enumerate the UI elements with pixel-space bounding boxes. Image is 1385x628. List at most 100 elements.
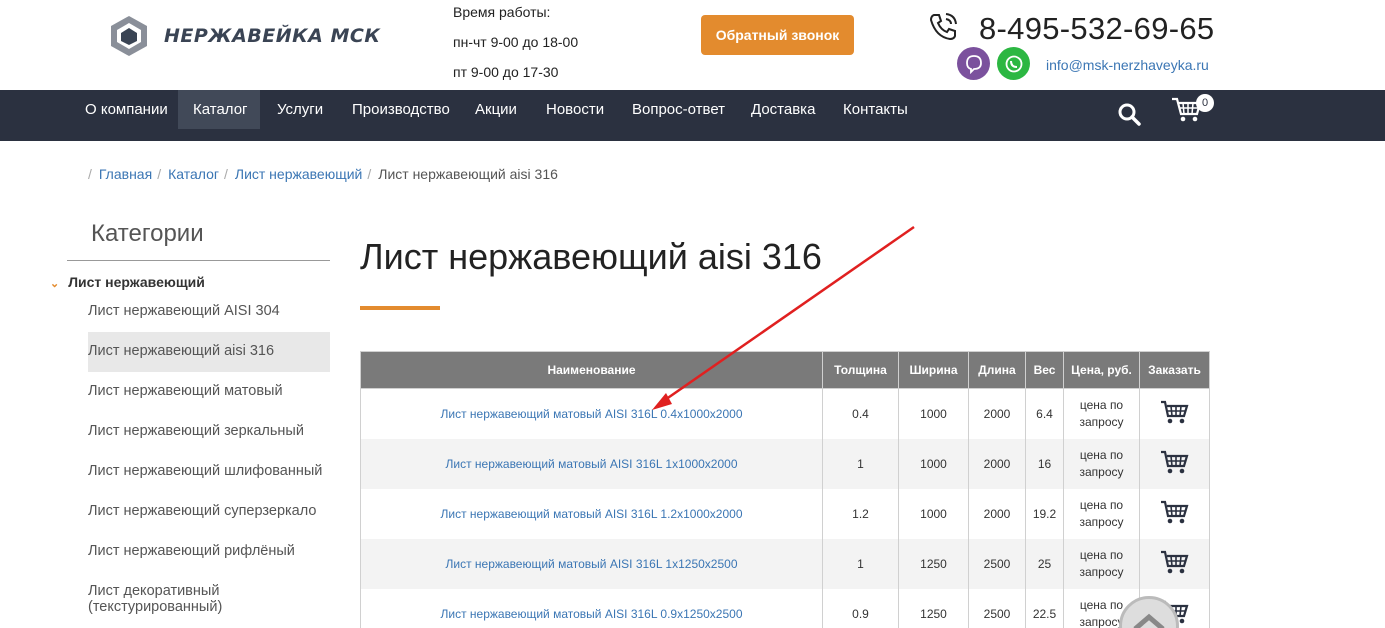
- cell-price: цена по запросу: [1063, 438, 1140, 489]
- price-line1: цена по: [1079, 547, 1124, 562]
- cell-thickness: 0.9: [822, 588, 899, 628]
- table-row: Лист нержавеющий матовый AISI 316L 1.2x1…: [360, 488, 1210, 539]
- product-table: Наименование Толщина Ширина Длина Вес Це…: [360, 351, 1210, 628]
- cell-length: 2000: [968, 388, 1026, 439]
- table-row: Лист нержавеющий матовый AISI 316L 1x125…: [360, 538, 1210, 589]
- page-title: Лист нержавеющий aisi 316: [360, 236, 822, 277]
- sidebar-item-decorative[interactable]: Лист декоративный (текстурированный): [88, 572, 330, 628]
- cell-length: 2000: [968, 438, 1026, 489]
- nav-item-production[interactable]: Производство: [337, 90, 465, 129]
- cell-weight: 25: [1025, 538, 1064, 589]
- nav-item-contacts[interactable]: Контакты: [828, 90, 923, 129]
- breadcrumb-current: Лист нержавеющий aisi 316: [378, 166, 558, 182]
- table-row: Лист нержавеющий матовый AISI 316L 0.4x1…: [360, 388, 1210, 439]
- breadcrumb: / Главная / Каталог / Лист нержавеющий /…: [88, 166, 558, 182]
- cell-price: цена по запросу: [1063, 388, 1140, 439]
- nav-item-services[interactable]: Услуги: [262, 90, 338, 129]
- search-icon[interactable]: [1117, 102, 1141, 126]
- breadcrumb-sheet[interactable]: Лист нержавеющий: [235, 166, 363, 182]
- product-link[interactable]: Лист нержавеющий матовый AISI 316L 1x100…: [360, 438, 823, 489]
- order-cell: [1139, 388, 1210, 439]
- col-length: Длина: [968, 351, 1026, 389]
- title-underline: [360, 306, 440, 310]
- phone-number[interactable]: 8-495-532-69-65: [979, 11, 1214, 47]
- nav-item-faq[interactable]: Вопрос-ответ: [617, 90, 740, 129]
- product-link[interactable]: Лист нержавеющий матовый AISI 316L 1.2x1…: [360, 488, 823, 539]
- cell-width: 1250: [898, 538, 969, 589]
- viber-icon[interactable]: [957, 47, 990, 80]
- cell-price: цена по запросу: [1063, 538, 1140, 589]
- whatsapp-icon[interactable]: [997, 47, 1030, 80]
- order-cell: [1139, 488, 1210, 539]
- category-group[interactable]: ⌄ Лист нержавеющий: [50, 274, 205, 290]
- product-link[interactable]: Лист нержавеющий матовый AISI 316L 0.4x1…: [360, 388, 823, 439]
- sidebar-item-supermirror[interactable]: Лист нержавеющий суперзеркало: [88, 492, 330, 532]
- cell-length: 2500: [968, 538, 1026, 589]
- nav-item-news[interactable]: Новости: [531, 90, 619, 129]
- logo-icon: [111, 16, 147, 56]
- order-cell: [1139, 538, 1210, 589]
- product-link[interactable]: Лист нержавеющий матовый AISI 316L 0.9x1…: [360, 588, 823, 628]
- add-to-cart-icon[interactable]: [1159, 399, 1190, 425]
- category-group-label: Лист нержавеющий: [68, 274, 205, 290]
- sidebar-item-aisi-316[interactable]: Лист нержавеющий aisi 316: [88, 332, 330, 372]
- sidebar-item-polished[interactable]: Лист нержавеющий шлифованный: [88, 452, 330, 492]
- sidebar-item-ribbed[interactable]: Лист нержавеющий рифлёный: [88, 532, 330, 572]
- price-line1: цена по: [1079, 497, 1124, 512]
- cell-thickness: 0.4: [822, 388, 899, 439]
- price-line2: запросу: [1079, 414, 1124, 429]
- cell-thickness: 1: [822, 538, 899, 589]
- product-link[interactable]: Лист нержавеющий матовый AISI 316L 1x125…: [360, 538, 823, 589]
- nav-item-delivery[interactable]: Доставка: [736, 90, 830, 129]
- price-line1: цена по: [1079, 447, 1124, 462]
- nav-item-catalog[interactable]: Каталог: [178, 90, 260, 129]
- add-to-cart-icon[interactable]: [1159, 449, 1190, 475]
- sidebar-item-decorative-line2: (текстурированный): [88, 599, 223, 615]
- hours-friday: пт 9-00 до 17-30: [453, 64, 559, 80]
- chevron-down-icon: ⌄: [50, 278, 60, 290]
- cell-width: 1000: [898, 388, 969, 439]
- table-header-row: Наименование Толщина Ширина Длина Вес Це…: [360, 351, 1210, 389]
- sidebar-item-decorative-line1: Лист декоративный: [88, 583, 220, 599]
- working-hours: Время работы: пн-чт 9-00 до 18-00 пт 9-0…: [453, 0, 578, 90]
- cell-width: 1000: [898, 438, 969, 489]
- cell-width: 1000: [898, 488, 969, 539]
- add-to-cart-icon[interactable]: [1159, 499, 1190, 525]
- sidebar-title: Категории: [91, 220, 204, 247]
- callback-button[interactable]: Обратный звонок: [701, 15, 854, 55]
- price-line2: запросу: [1079, 464, 1124, 479]
- breadcrumb-home[interactable]: Главная: [99, 166, 152, 182]
- price-line1: цена по: [1079, 397, 1124, 412]
- col-order: Заказать: [1139, 351, 1210, 389]
- phone-icon: [929, 13, 957, 41]
- sidebar-item-aisi-304[interactable]: Лист нержавеющий AISI 304: [88, 292, 330, 332]
- cell-length: 2000: [968, 488, 1026, 539]
- breadcrumb-catalog[interactable]: Каталог: [168, 166, 219, 182]
- order-cell: [1139, 438, 1210, 489]
- site-header: НЕРЖАВЕЙКА МСК Время работы: пн-чт 9-00 …: [0, 0, 1385, 90]
- table-row: Лист нержавеющий матовый AISI 316L 0.9x1…: [360, 588, 1210, 628]
- cell-thickness: 1: [822, 438, 899, 489]
- add-to-cart-icon[interactable]: [1159, 549, 1190, 575]
- logo[interactable]: НЕРЖАВЕЙКА МСК: [108, 14, 380, 58]
- main-nav: О компании Каталог Услуги Производство А…: [0, 90, 1385, 141]
- hours-weekdays: пн-чт 9-00 до 18-00: [453, 34, 579, 50]
- email-link[interactable]: info@msk-nerzhaveyka.ru: [1046, 57, 1209, 73]
- col-name: Наименование: [360, 351, 823, 389]
- cell-length: 2500: [968, 588, 1026, 628]
- sidebar-divider: [67, 260, 330, 261]
- nav-item-promotions[interactable]: Акции: [460, 90, 532, 129]
- sidebar-item-mirror[interactable]: Лист нержавеющий зеркальный: [88, 412, 330, 452]
- col-thickness: Толщина: [822, 351, 899, 389]
- cell-width: 1250: [898, 588, 969, 628]
- col-weight: Вес: [1025, 351, 1064, 389]
- price-line2: запросу: [1079, 514, 1124, 529]
- col-width: Ширина: [898, 351, 969, 389]
- sidebar-item-matte[interactable]: Лист нержавеющий матовый: [88, 372, 330, 412]
- nav-item-about[interactable]: О компании: [70, 90, 183, 129]
- hours-label: Время работы:: [453, 4, 551, 20]
- table-row: Лист нержавеющий матовый AISI 316L 1x100…: [360, 438, 1210, 489]
- logo-text: НЕРЖАВЕЙКА МСК: [164, 25, 381, 47]
- cell-weight: 19.2: [1025, 488, 1064, 539]
- price-line2: запросу: [1079, 564, 1124, 579]
